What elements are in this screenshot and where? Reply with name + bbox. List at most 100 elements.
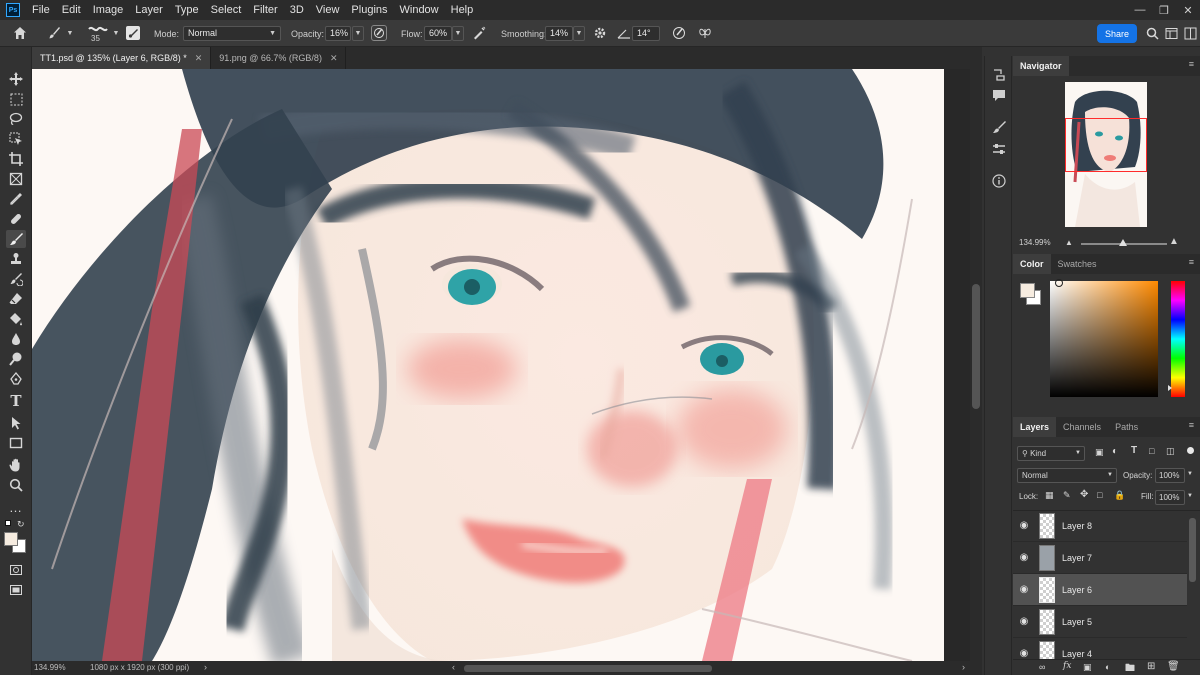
hue-slider-handle[interactable]: [1168, 385, 1172, 391]
horizontal-scrollbar-thumb[interactable]: [464, 665, 712, 672]
zoom-in-icon[interactable]: ▲: [1169, 236, 1179, 247]
home-icon[interactable]: [12, 25, 28, 41]
menu-type[interactable]: Type: [169, 0, 205, 20]
layer-row-layer-6[interactable]: ◉ Layer 6: [1013, 574, 1187, 606]
visibility-eye-icon[interactable]: ◉: [1013, 648, 1035, 659]
airbrush-icon[interactable]: [471, 25, 487, 41]
swap-colors-icon[interactable]: ↻: [17, 519, 25, 530]
paint-bucket-tool-icon[interactable]: [6, 310, 26, 328]
tab-91-png[interactable]: 91.png @ 66.7% (RGB/8) ✕: [211, 47, 347, 69]
canvas-area[interactable]: [32, 69, 970, 661]
add-mask-icon[interactable]: ▣: [1083, 662, 1092, 673]
lock-position-icon[interactable]: ✥: [1080, 489, 1088, 500]
chevron-down-icon[interactable]: ▼: [1187, 493, 1193, 499]
quick-mask-icon[interactable]: [6, 561, 26, 579]
mode-dropdown[interactable]: Normal ▼: [183, 26, 281, 41]
hand-tool-icon[interactable]: [6, 456, 26, 474]
navigator-zoom-value[interactable]: 134.99%: [1019, 238, 1051, 247]
tab-navigator[interactable]: Navigator: [1013, 56, 1069, 76]
pressure-size-icon[interactable]: [671, 25, 687, 41]
filter-kind-dropdown[interactable]: ⚲ Kind ▼: [1017, 446, 1085, 461]
path-selection-tool-icon[interactable]: [6, 414, 26, 432]
panel-menu-icon[interactable]: ≡: [1189, 257, 1194, 267]
info-icon[interactable]: [990, 172, 1008, 190]
zoom-slider-handle[interactable]: [1119, 239, 1127, 246]
rectangle-tool-icon[interactable]: [6, 434, 26, 452]
lasso-tool-icon[interactable]: [6, 110, 26, 128]
visibility-eye-icon[interactable]: ◉: [1013, 584, 1035, 595]
workspace-icon[interactable]: [1163, 25, 1179, 41]
color-picker-cursor[interactable]: [1055, 279, 1063, 287]
tab-layers[interactable]: Layers: [1013, 417, 1057, 437]
navigator-thumbnail[interactable]: [1065, 82, 1147, 227]
marquee-tool-icon[interactable]: [6, 90, 26, 108]
history-brush-tool-icon[interactable]: [6, 270, 26, 288]
dodge-tool-icon[interactable]: [6, 350, 26, 368]
panel-menu-icon[interactable]: ≡: [1189, 59, 1194, 69]
healing-brush-tool-icon[interactable]: [6, 210, 26, 228]
chevron-right-icon[interactable]: ›: [962, 662, 965, 672]
comments-icon[interactable]: [990, 86, 1008, 104]
adjustments-sliders-icon[interactable]: [990, 140, 1008, 158]
chevron-down-icon[interactable]: ▼: [573, 26, 585, 41]
menu-3d[interactable]: 3D: [284, 0, 310, 20]
tab-tt1-psd[interactable]: TT1.psd @ 135% (Layer 6, RGB/8) * ✕: [32, 47, 212, 69]
tab-channels[interactable]: Channels: [1056, 417, 1108, 437]
filter-type-icon[interactable]: T: [1131, 445, 1137, 456]
panel-menu-icon[interactable]: ≡: [1189, 420, 1194, 430]
chevron-right-icon[interactable]: ›: [204, 662, 207, 672]
chevron-down-icon[interactable]: ▼: [452, 26, 464, 41]
clone-stamp-tool-icon[interactable]: [6, 250, 26, 268]
menu-plugins[interactable]: Plugins: [345, 0, 393, 20]
brush-settings-panel-icon[interactable]: [990, 118, 1008, 136]
layer-row-layer-7[interactable]: ◉ Layer 7: [1013, 542, 1187, 574]
gear-icon[interactable]: [592, 25, 608, 41]
visibility-eye-icon[interactable]: ◉: [1013, 552, 1035, 563]
new-layer-icon[interactable]: ⊞: [1147, 661, 1155, 672]
history-panel-icon[interactable]: [990, 66, 1008, 84]
chevron-down-icon[interactable]: ▼: [352, 26, 364, 41]
tab-color[interactable]: Color: [1013, 254, 1051, 274]
hue-slider[interactable]: [1168, 281, 1185, 397]
layer-style-fx-icon[interactable]: fx: [1063, 661, 1071, 671]
move-tool-icon[interactable]: [6, 70, 26, 88]
layer-row-layer-5[interactable]: ◉ Layer 5: [1013, 606, 1187, 638]
lock-all-icon[interactable]: 🔒: [1114, 490, 1125, 501]
crop-tool-icon[interactable]: [6, 150, 26, 168]
menu-image[interactable]: Image: [87, 0, 130, 20]
minimize-icon[interactable]: —: [1128, 0, 1152, 20]
close-icon[interactable]: ✕: [330, 53, 338, 64]
default-colors-icon[interactable]: [5, 520, 11, 526]
filter-toggle-icon[interactable]: [1187, 447, 1194, 454]
share-button[interactable]: Share: [1097, 24, 1137, 43]
opacity-input[interactable]: 16%: [325, 26, 351, 41]
more-tools-icon[interactable]: …: [6, 498, 26, 516]
lock-transparent-icon[interactable]: ▦: [1045, 490, 1054, 501]
menu-help[interactable]: Help: [445, 0, 480, 20]
vertical-scrollbar[interactable]: [970, 69, 982, 661]
arrange-documents-icon[interactable]: [1182, 25, 1198, 41]
zoom-slider[interactable]: [1081, 239, 1167, 246]
type-tool-icon[interactable]: T: [6, 392, 26, 410]
scrollbar-thumb[interactable]: [972, 284, 980, 409]
zoom-out-icon[interactable]: ▲: [1065, 238, 1073, 247]
blend-mode-dropdown[interactable]: Normal ▼: [1017, 468, 1117, 483]
filter-pixel-icon[interactable]: ▣: [1095, 447, 1104, 458]
layer-row-layer-8[interactable]: ◉ Layer 8: [1013, 510, 1187, 542]
layer-row-layer-4[interactable]: ◉ Layer 4: [1013, 638, 1187, 659]
navigator-view-box[interactable]: [1065, 118, 1147, 172]
restore-icon[interactable]: ❐: [1152, 0, 1176, 20]
eraser-tool-icon[interactable]: [6, 290, 26, 308]
screen-mode-icon[interactable]: [6, 581, 26, 599]
adjustment-layer-icon[interactable]: ◐: [1105, 662, 1110, 672]
filter-adjustment-icon[interactable]: ◐: [1112, 446, 1118, 457]
lock-artboard-icon[interactable]: □: [1097, 490, 1102, 500]
menu-view[interactable]: View: [310, 0, 346, 20]
filter-smart-object-icon[interactable]: ◫: [1166, 446, 1175, 457]
chevron-down-icon[interactable]: ▼: [1187, 471, 1193, 477]
visibility-eye-icon[interactable]: ◉: [1013, 616, 1035, 627]
filter-shape-icon[interactable]: □: [1149, 446, 1154, 456]
new-group-icon[interactable]: 🖿: [1125, 661, 1135, 675]
color-field[interactable]: [1050, 279, 1158, 397]
chevron-down-icon[interactable]: ▼: [110, 26, 122, 41]
